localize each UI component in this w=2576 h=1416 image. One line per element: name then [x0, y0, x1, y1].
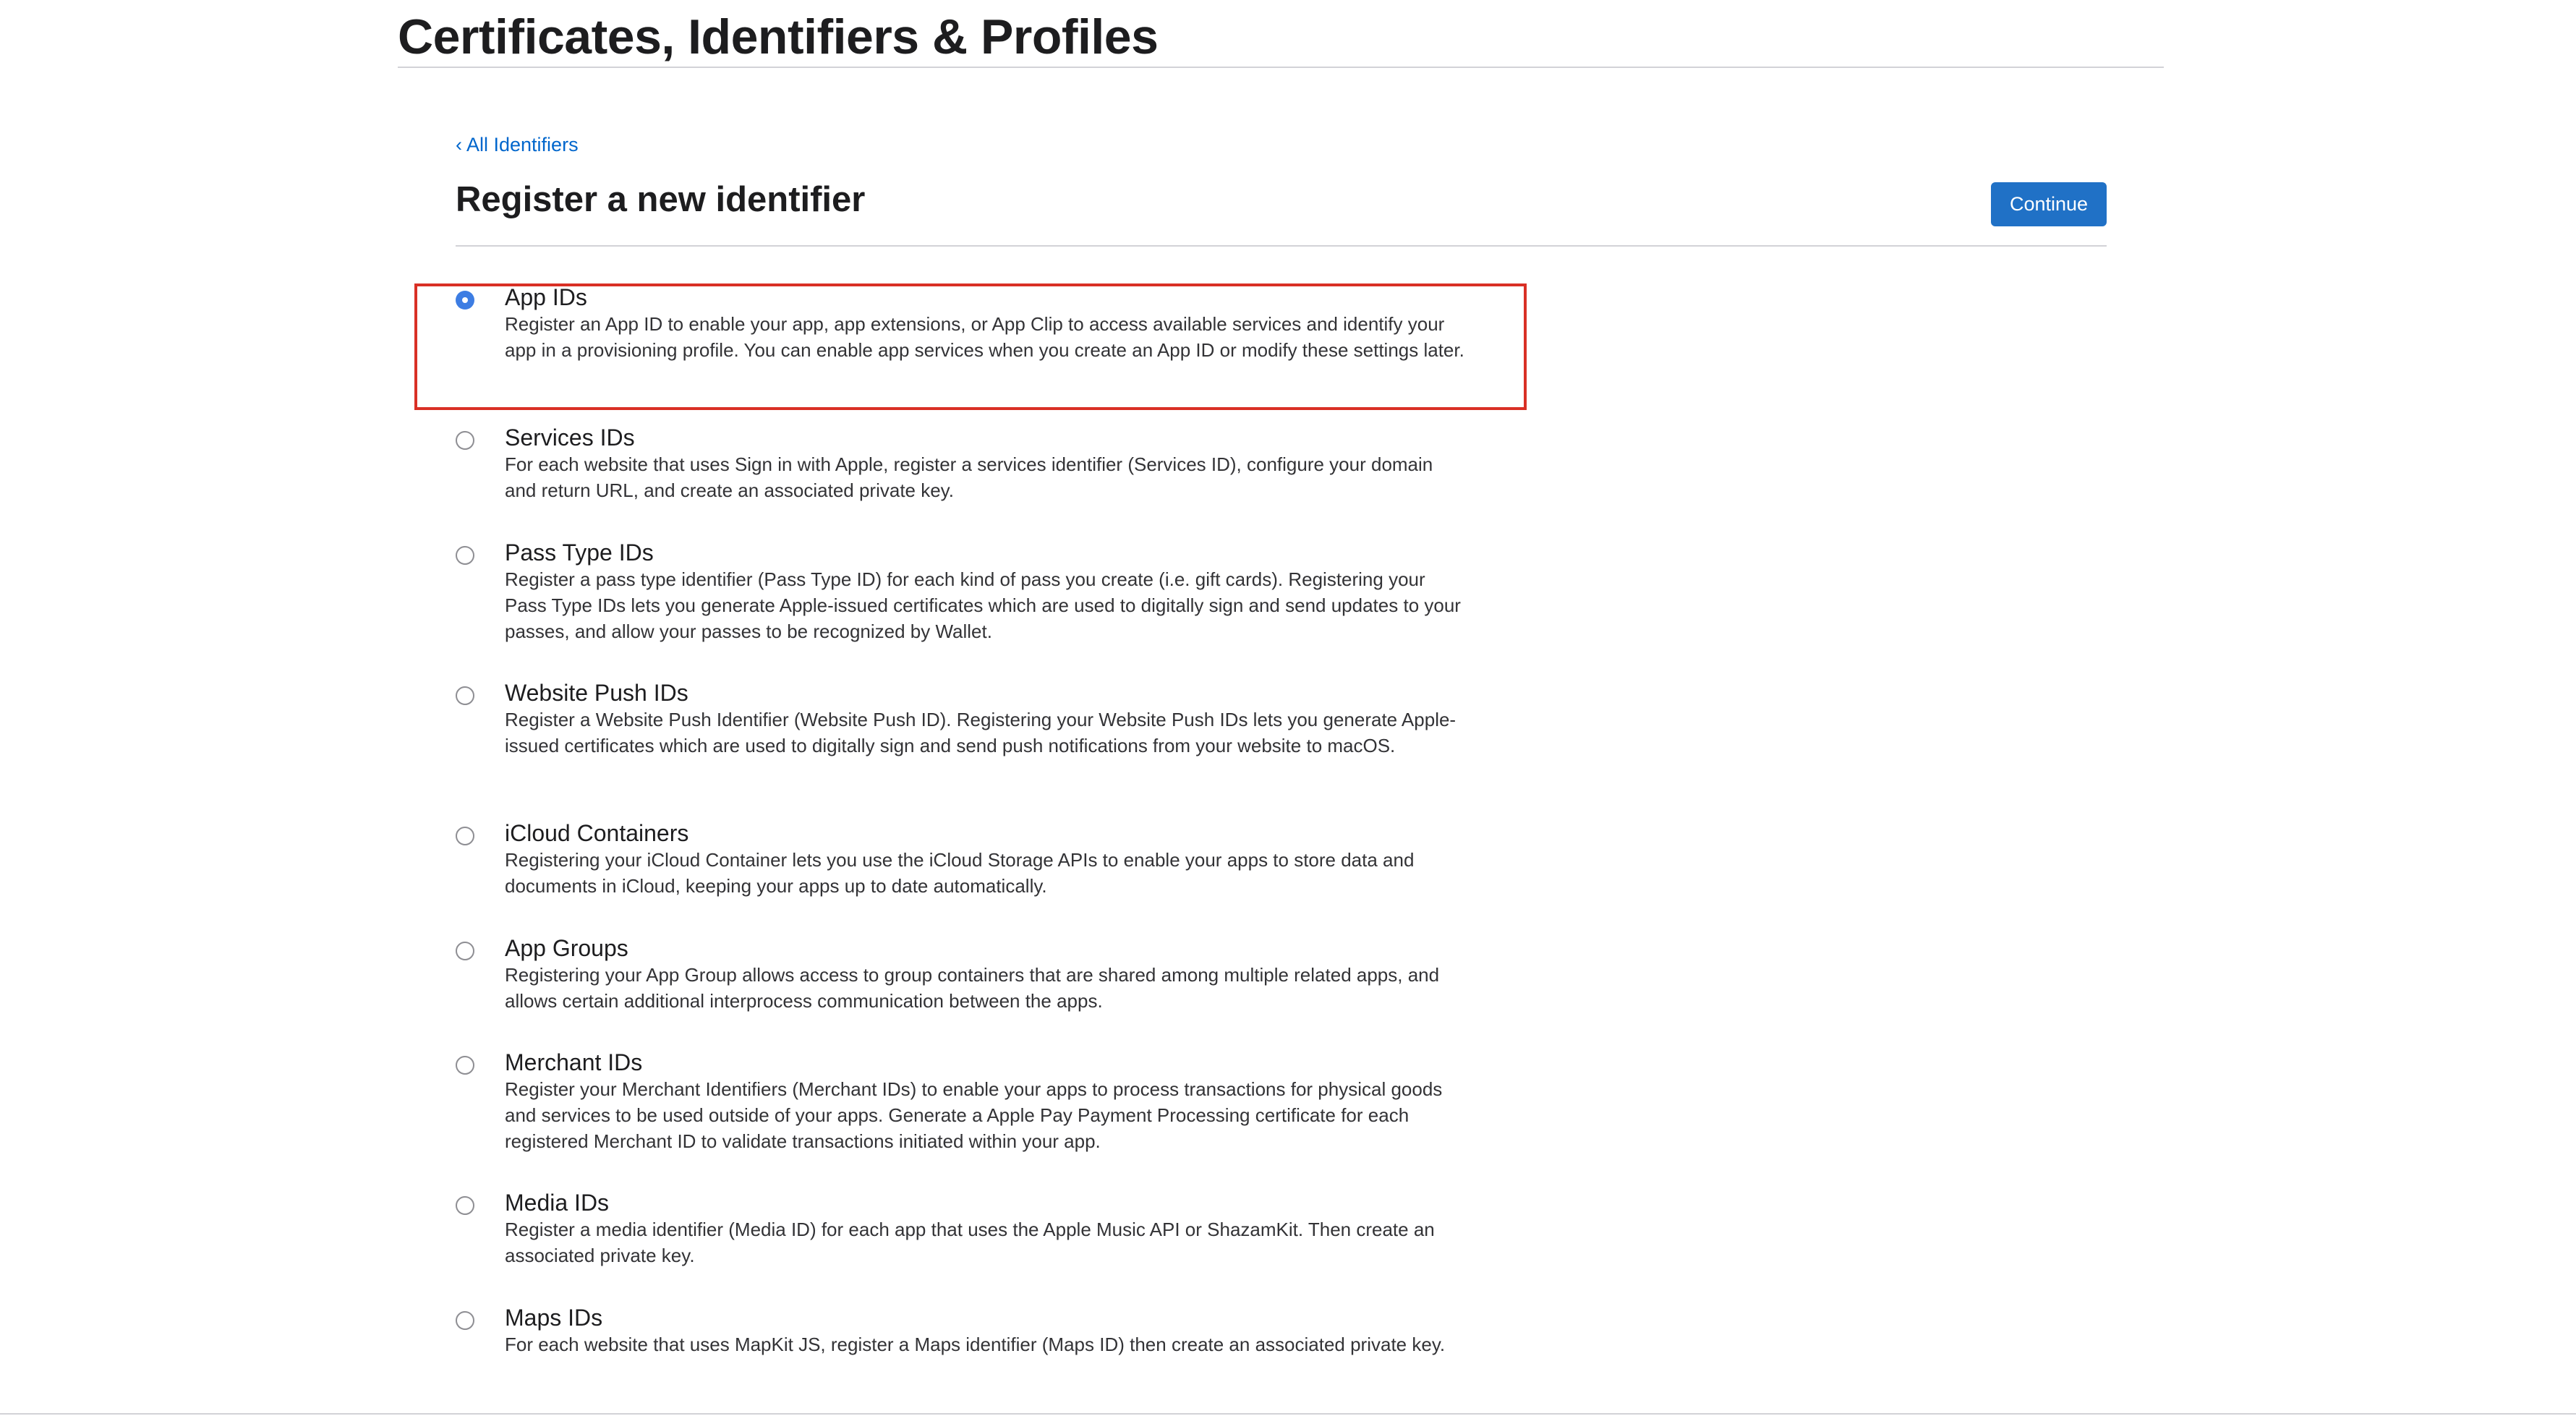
- continue-button[interactable]: Continue: [1991, 182, 2107, 226]
- option-title: Website Push IDs: [505, 680, 688, 706]
- option-description: Register a Website Push Identifier (Webs…: [505, 709, 1457, 756]
- radio-services-ids[interactable]: [456, 431, 474, 450]
- radio-media-ids[interactable]: [456, 1196, 474, 1215]
- option-title: Merchant IDs: [505, 1049, 643, 1075]
- option-title: App Groups: [505, 935, 628, 961]
- section-title: Register a new identifier: [456, 180, 866, 219]
- radio-website-push-ids[interactable]: [456, 686, 474, 705]
- option-title: App IDs: [505, 284, 587, 310]
- option-description: Register a pass type identifier (Pass Ty…: [505, 568, 1461, 642]
- radio-icloud-containers[interactable]: [456, 827, 474, 845]
- section-divider: [456, 245, 2107, 247]
- radio-maps-ids[interactable]: [456, 1311, 474, 1330]
- option-title: Maps IDs: [505, 1305, 603, 1331]
- page: Certificates, Identifiers & Profiles ‹ A…: [0, 0, 2576, 1416]
- option-title: Media IDs: [505, 1190, 610, 1216]
- option-text: Media IDs Register a media identifier (M…: [505, 1189, 1467, 1268]
- option-title: iCloud Containers: [505, 820, 689, 846]
- option-text: Website Push IDs Register a Website Push…: [505, 679, 1467, 759]
- option-description: Register a media identifier (Media ID) f…: [505, 1219, 1435, 1266]
- option-text: Services IDs For each website that uses …: [505, 424, 1467, 503]
- footer-divider: [0, 1413, 2576, 1415]
- option-text: App Groups Registering your App Group al…: [505, 934, 1467, 1014]
- option-description: Register your Merchant Identifiers (Merc…: [505, 1078, 1443, 1152]
- option-text: iCloud Containers Registering your iClou…: [505, 819, 1467, 899]
- radio-pass-type-ids[interactable]: [456, 546, 474, 565]
- title-divider: [398, 67, 2164, 68]
- option-title: Services IDs: [505, 425, 635, 451]
- option-description: Registering your App Group allows access…: [505, 964, 1440, 1012]
- option-title: Pass Type IDs: [505, 539, 654, 566]
- option-text: Maps IDs For each website that uses MapK…: [505, 1304, 1467, 1357]
- option-description: Register an App ID to enable your app, a…: [505, 313, 1464, 361]
- option-text: App IDs Register an App ID to enable you…: [505, 283, 1467, 363]
- option-description: For each website that uses Sign in with …: [505, 453, 1433, 501]
- radio-merchant-ids[interactable]: [456, 1056, 474, 1075]
- option-description: Registering your iCloud Container lets y…: [505, 849, 1415, 897]
- option-text: Pass Type IDs Register a pass type ident…: [505, 539, 1467, 644]
- page-title: Certificates, Identifiers & Profiles: [398, 9, 1159, 64]
- option-text: Merchant IDs Register your Merchant Iden…: [505, 1049, 1467, 1154]
- option-description: For each website that uses MapKit JS, re…: [505, 1334, 1446, 1355]
- radio-app-ids[interactable]: [456, 291, 474, 310]
- radio-app-groups[interactable]: [456, 942, 474, 960]
- all-identifiers-link[interactable]: ‹ All Identifiers: [456, 132, 579, 158]
